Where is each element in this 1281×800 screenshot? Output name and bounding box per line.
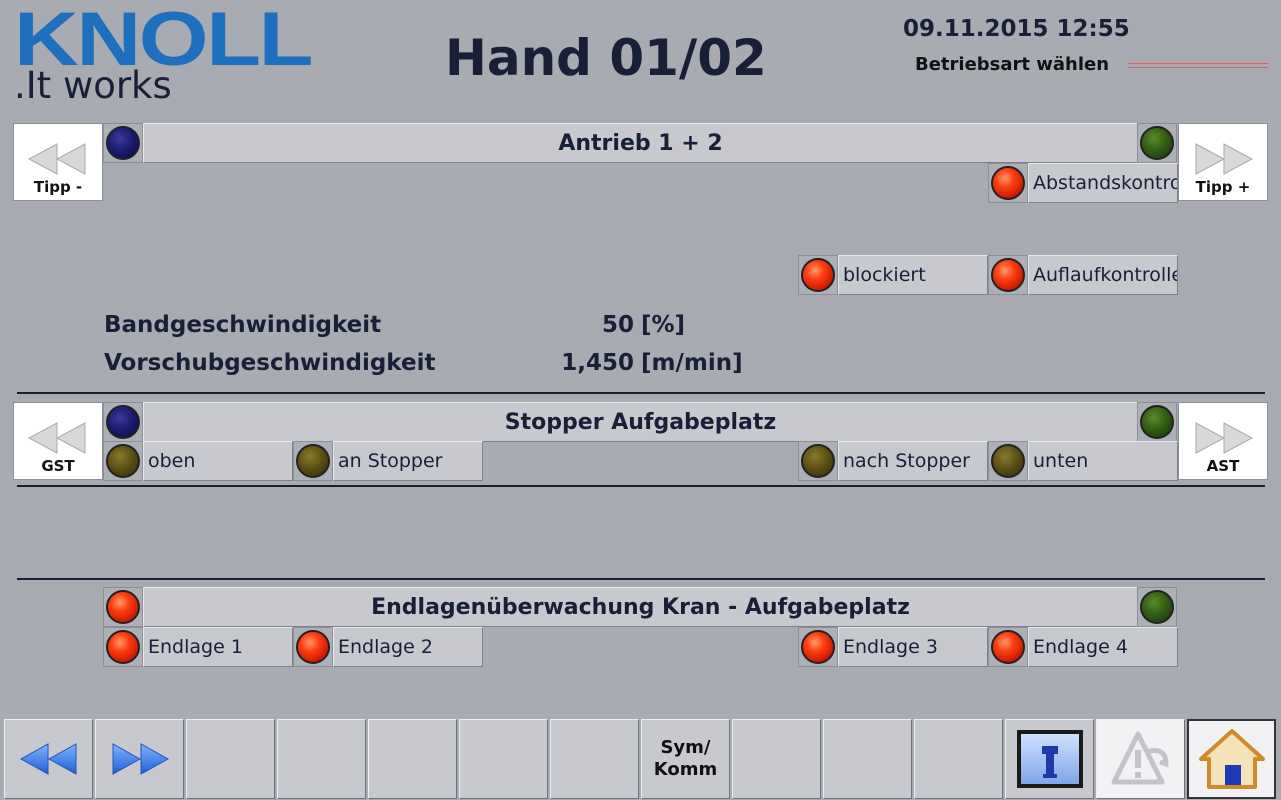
alarm-button[interactable] <box>1096 719 1185 799</box>
toolbar-empty-button[interactable] <box>277 719 366 799</box>
gst-button[interactable]: GST <box>13 402 103 480</box>
olive-lamp-icon <box>991 444 1025 478</box>
auflauf-label: Auflaufkontrolle <box>1028 255 1178 295</box>
divider <box>17 485 1265 487</box>
auflauf-lamp <box>988 255 1028 295</box>
endlage-2-label: Endlage 2 <box>333 627 483 667</box>
green-lamp-icon <box>1140 405 1174 439</box>
red-lamp-icon <box>106 630 140 664</box>
toolbar-empty-button[interactable] <box>186 719 275 799</box>
toolbar-empty-button[interactable] <box>459 719 548 799</box>
previous-page-button[interactable] <box>4 719 93 799</box>
param-label: Bandgeschwindigkeit <box>104 312 382 338</box>
endlage-1-lamp <box>103 627 143 667</box>
endlage-4-label: Endlage 4 <box>1028 627 1178 667</box>
green-lamp-icon <box>1140 126 1174 160</box>
param-label: Vorschubgeschwindigkeit <box>104 350 436 376</box>
fast-forward-icon <box>1195 143 1254 175</box>
stopper-title-bar: Stopper Aufgabeplatz <box>143 402 1138 442</box>
red-lamp-icon <box>801 258 835 292</box>
toolbar-empty-button[interactable] <box>823 719 912 799</box>
endlage-status-right-lamp <box>1137 587 1177 627</box>
oben-lamp <box>103 441 143 481</box>
olive-lamp-icon <box>296 444 330 478</box>
warning-icon <box>1111 731 1169 785</box>
mode-indicator-line <box>1128 63 1268 68</box>
rewind-icon <box>19 743 76 775</box>
fast-forward-icon <box>1195 422 1254 454</box>
sym-komm-button[interactable]: Sym/ Komm <box>641 719 730 799</box>
nach-stopper-label: nach Stopper <box>838 441 988 481</box>
home-icon <box>1198 729 1265 789</box>
fast-forward-icon <box>112 743 169 775</box>
navy-lamp-icon <box>106 405 140 439</box>
endlage-title-bar: Endlagenüberwachung Kran - Aufgabeplatz <box>143 587 1138 627</box>
stopper-status-left-lamp <box>103 402 143 442</box>
red-lamp-icon <box>991 166 1025 200</box>
tipp-minus-button[interactable]: Tipp - <box>13 123 103 201</box>
next-page-button[interactable] <box>95 719 184 799</box>
red-lamp-icon <box>106 590 140 624</box>
navy-lamp-icon <box>106 126 140 160</box>
drive-title-bar: Antrieb 1 + 2 <box>143 123 1138 163</box>
ast-label: AST <box>1206 457 1240 475</box>
param-unit: [m/min] <box>641 350 743 376</box>
tipp-plus-label: Tipp + <box>1195 178 1251 196</box>
rewind-icon <box>27 422 86 454</box>
drive-status-left-lamp <box>103 123 143 163</box>
toolbar-empty-button[interactable] <box>550 719 639 799</box>
red-lamp-icon <box>991 258 1025 292</box>
sym-komm-label: Sym/ Komm <box>653 737 718 780</box>
green-lamp-icon <box>1140 590 1174 624</box>
unten-label: unten <box>1028 441 1178 481</box>
an-stopper-label: an Stopper <box>333 441 483 481</box>
gst-label: GST <box>41 457 75 475</box>
red-lamp-icon <box>991 630 1025 664</box>
param-unit: [%] <box>641 312 686 338</box>
endlage-2-lamp <box>293 627 333 667</box>
param-value[interactable]: 1,450 <box>540 350 634 376</box>
endlage-1-label: Endlage 1 <box>143 627 293 667</box>
olive-lamp-icon <box>801 444 835 478</box>
blockiert-label: blockiert <box>838 255 988 295</box>
page-title: Hand 01/02 <box>445 29 767 87</box>
blockiert-lamp <box>798 255 838 295</box>
info-button[interactable] <box>1005 719 1094 799</box>
divider <box>17 578 1265 580</box>
toolbar-empty-button[interactable] <box>914 719 1003 799</box>
datetime: 09.11.2015 12:55 <box>903 16 1130 42</box>
stopper-status-right-lamp <box>1137 402 1177 442</box>
toolbar-empty-button[interactable] <box>368 719 457 799</box>
olive-lamp-icon <box>106 444 140 478</box>
unten-lamp <box>988 441 1028 481</box>
red-lamp-icon <box>296 630 330 664</box>
abstand-lamp <box>988 163 1028 203</box>
tipp-minus-label: Tipp - <box>33 178 83 196</box>
nach-stopper-lamp <box>798 441 838 481</box>
tipp-plus-button[interactable]: Tipp + <box>1178 123 1268 201</box>
endlage-3-label: Endlage 3 <box>838 627 988 667</box>
toolbar-empty-button[interactable] <box>732 719 821 799</box>
endlage-4-lamp <box>988 627 1028 667</box>
red-lamp-icon <box>801 630 835 664</box>
param-value[interactable]: 50 <box>560 312 634 338</box>
drive-status-right-lamp <box>1137 123 1177 163</box>
endlage-3-lamp <box>798 627 838 667</box>
rewind-icon <box>27 143 86 175</box>
home-button[interactable] <box>1187 719 1276 799</box>
endlage-status-left-lamp <box>103 587 143 627</box>
ast-button[interactable]: AST <box>1178 402 1268 480</box>
oben-label: oben <box>143 441 293 481</box>
an-stopper-lamp <box>293 441 333 481</box>
divider <box>17 392 1265 394</box>
abstand-label: Abstandskontrolle <box>1028 163 1178 203</box>
logo-tagline: .It works <box>14 64 172 107</box>
mode-select-label[interactable]: Betriebsart wählen <box>915 54 1109 75</box>
info-icon <box>1016 730 1083 788</box>
